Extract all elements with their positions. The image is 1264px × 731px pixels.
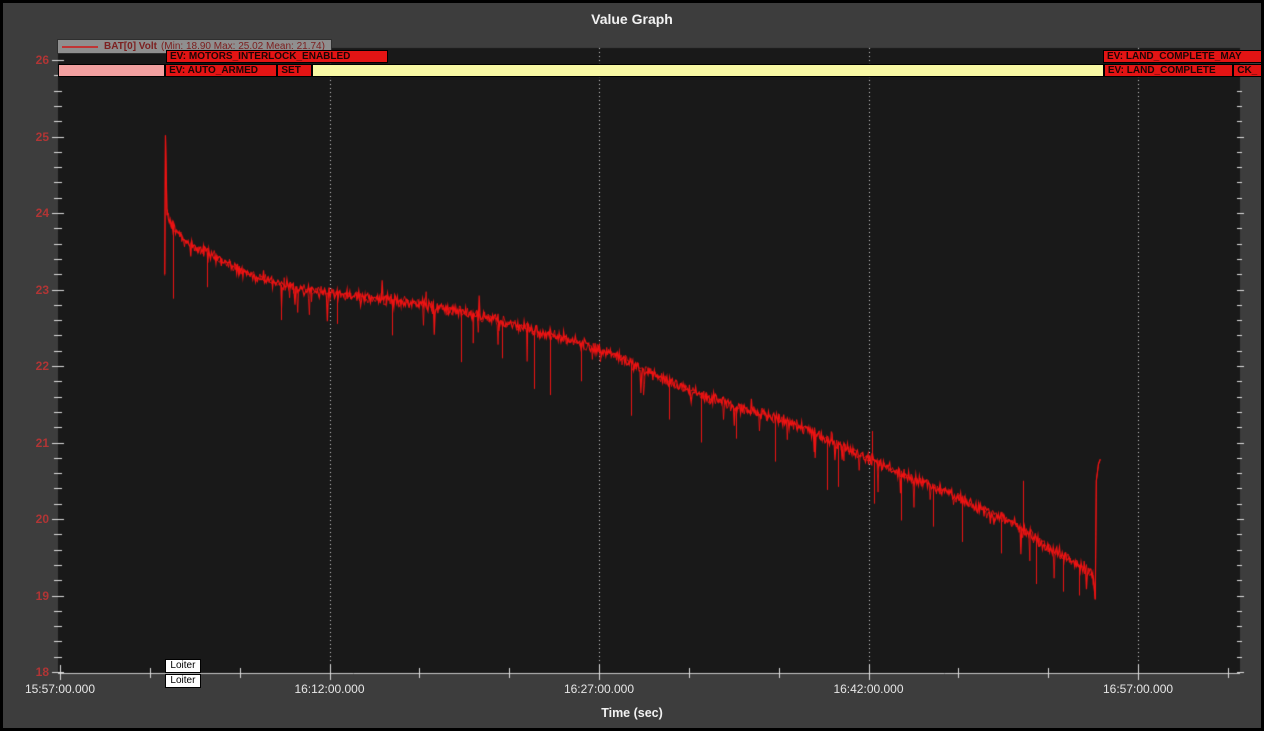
y-axis-tick-label: 20 (13, 512, 49, 526)
plot-canvas[interactable] (3, 3, 1264, 731)
y-axis-tick-label: 22 (13, 359, 49, 373)
y-axis-tick-label: 24 (13, 206, 49, 220)
series-label: BAT[0] Volt (104, 41, 157, 52)
page-title: Value Graph (3, 11, 1261, 27)
flight-mode-label[interactable]: Loiter (165, 659, 201, 673)
y-axis-tick-label: 25 (13, 130, 49, 144)
event-span-bar[interactable] (58, 64, 165, 77)
y-axis-tick-label: 19 (13, 589, 49, 603)
x-axis-tick-label: 15:57:00.000 (5, 682, 115, 696)
event-bar[interactable]: SET (277, 64, 311, 77)
event-bar[interactable]: EV: AUTO_ARMED (165, 64, 277, 77)
event-span-bar[interactable] (312, 64, 1104, 77)
x-axis-tick-label: 16:42:00.000 (814, 682, 924, 696)
x-axis-title: Time (sec) (3, 706, 1261, 720)
event-bar[interactable]: CK_ (1233, 64, 1264, 77)
event-bar[interactable]: EV: LAND_COMPLETE_MAY (1103, 50, 1264, 63)
value-graph-window: Value Graph BAT[0] Volt (Min: 18.90 Max:… (0, 0, 1264, 731)
flight-mode-label[interactable]: Loiter (165, 674, 201, 688)
event-bar[interactable]: EV: LAND_COMPLETE (1104, 64, 1233, 77)
x-axis-tick-label: 16:57:00.000 (1083, 682, 1193, 696)
series-line-swatch (62, 46, 98, 48)
x-axis-tick-label: 16:12:00.000 (275, 682, 385, 696)
event-bar[interactable]: EV: MOTORS_INTERLOCK_ENABLED (166, 50, 388, 63)
x-axis-tick-label: 16:27:00.000 (544, 682, 654, 696)
y-axis-tick-label: 21 (13, 436, 49, 450)
y-axis-tick-label: 23 (13, 283, 49, 297)
y-axis-tick-label: 26 (13, 53, 49, 67)
y-axis-tick-label: 18 (13, 665, 49, 679)
